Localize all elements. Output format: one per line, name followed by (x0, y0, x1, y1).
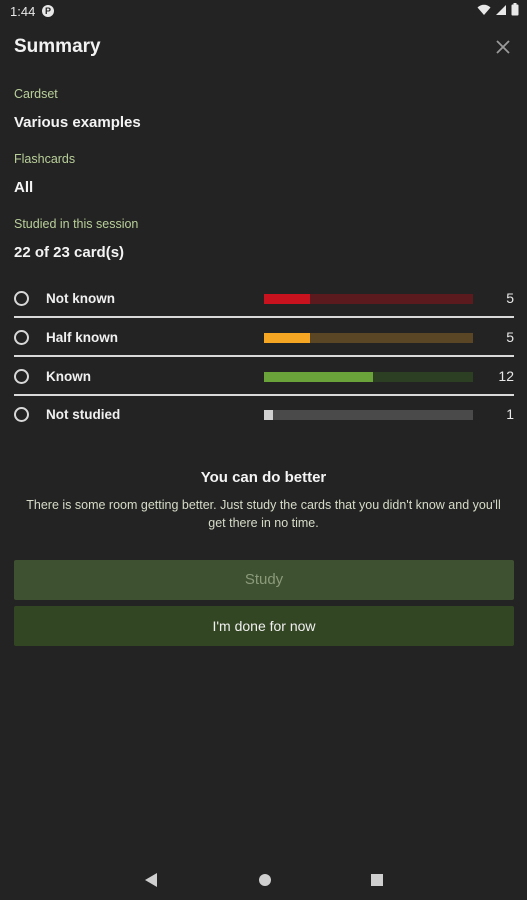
close-button[interactable] (489, 34, 517, 60)
category-row-not-studied[interactable]: Not studied 1 (0, 397, 527, 435)
category-row-not-known[interactable]: Not known 5 (0, 281, 527, 319)
radio-button[interactable] (14, 330, 29, 345)
radio-button[interactable] (14, 369, 29, 384)
divider (14, 316, 514, 318)
status-time: 1:44 (10, 4, 36, 19)
category-label: Half known (46, 330, 119, 345)
radio-button[interactable] (14, 407, 29, 422)
recents-icon[interactable] (370, 873, 384, 887)
back-icon[interactable] (144, 872, 158, 888)
divider (14, 394, 514, 396)
category-label: Known (46, 369, 91, 384)
status-bar: 1:44 P (0, 0, 527, 24)
signal-icon (496, 4, 506, 15)
progress-track (264, 333, 473, 343)
category-label: Not known (46, 291, 115, 306)
category-count: 5 (506, 329, 514, 345)
cardset-label: Cardset (14, 87, 58, 101)
category-label: Not studied (46, 407, 121, 422)
flashcards-value: All (14, 179, 34, 196)
feedback-title: You can do better (200, 469, 327, 486)
page-title: Summary (14, 36, 101, 57)
status-icons (477, 3, 519, 16)
navigation-bar (0, 860, 527, 900)
done-button[interactable]: I'm done for now (14, 606, 514, 646)
progress-fill (264, 333, 310, 343)
divider (14, 355, 514, 357)
home-icon[interactable] (258, 873, 272, 887)
feedback-body: There is some room getting better. Just … (26, 498, 501, 530)
wifi-icon (477, 4, 491, 15)
close-icon (496, 40, 510, 54)
studied-value: 22 of 23 card(s) (14, 244, 125, 261)
category-count: 1 (506, 406, 514, 422)
progress-fill (264, 294, 310, 304)
cardset-value: Various examples (14, 114, 141, 131)
battery-icon (511, 3, 519, 16)
app-notification-icon: P (42, 5, 54, 17)
category-row-half-known[interactable]: Half known 5 (0, 320, 527, 358)
studied-label: Studied in this session (14, 217, 139, 231)
category-row-known[interactable]: Known 12 (0, 359, 527, 397)
progress-track (264, 372, 473, 382)
category-count: 5 (506, 290, 514, 306)
progress-track (264, 294, 473, 304)
progress-fill (264, 372, 373, 382)
flashcards-label: Flashcards (14, 152, 76, 166)
radio-button[interactable] (14, 291, 29, 306)
study-button[interactable]: Study (14, 560, 514, 600)
progress-track (264, 410, 473, 420)
category-count: 12 (498, 368, 514, 384)
progress-fill (264, 410, 274, 420)
